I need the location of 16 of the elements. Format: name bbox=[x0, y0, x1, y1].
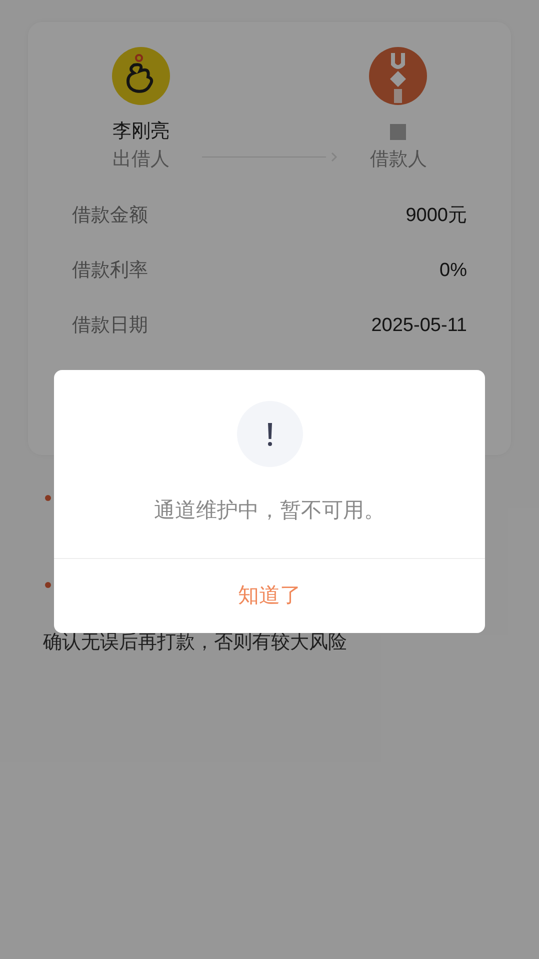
row-value: 9000元 bbox=[406, 204, 467, 228]
confirm-button[interactable]: 知道了 bbox=[54, 559, 485, 633]
logo-icon bbox=[369, 47, 428, 105]
lender-name: 李刚亮 bbox=[112, 120, 170, 144]
exclamation-icon bbox=[236, 401, 302, 467]
row-value: 0% bbox=[440, 259, 467, 284]
dialog-message: 通道维护中，暂不可用。 bbox=[154, 498, 385, 524]
row-label: 借款日期 bbox=[72, 314, 148, 338]
row-label: 借款利率 bbox=[72, 259, 148, 284]
borrower-role: 借款人 bbox=[370, 148, 427, 172]
note-text: 确认无误后再打款，否则有较大风险 bbox=[43, 631, 348, 655]
lender-role: 出借人 bbox=[112, 148, 170, 172]
redacted-block bbox=[390, 124, 406, 140]
row-label: 借款金额 bbox=[72, 204, 148, 228]
avatar-icon bbox=[112, 47, 170, 105]
row-value: 2025-05-11 bbox=[371, 314, 467, 338]
